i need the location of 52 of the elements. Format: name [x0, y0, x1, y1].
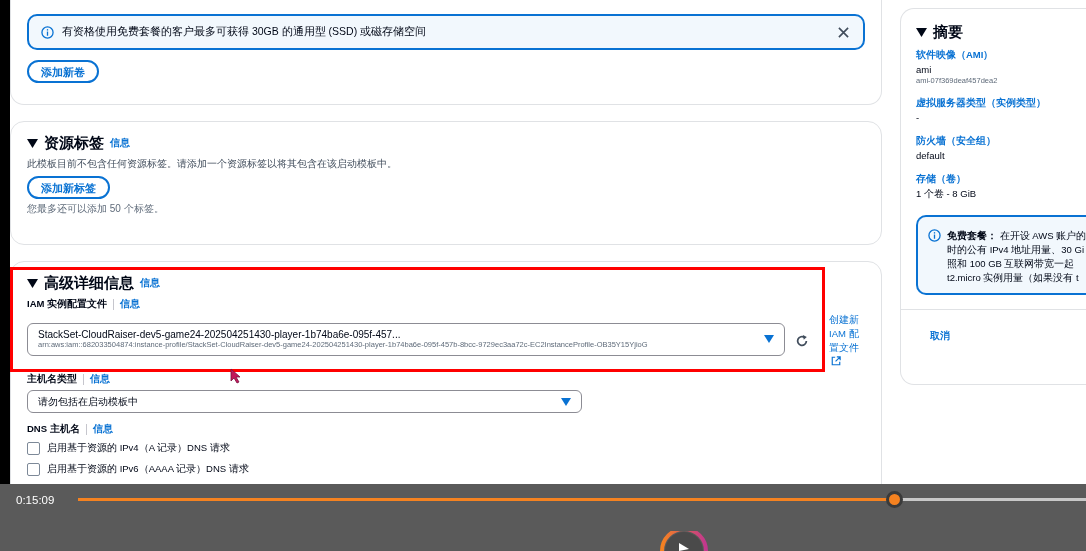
add-tag-button[interactable]: 添加新标签	[27, 176, 110, 199]
info-link[interactable]: 信息	[120, 298, 141, 311]
summary-label-link[interactable]: 防火墙（安全组）	[916, 135, 1086, 148]
summary-value: -	[916, 112, 921, 123]
summary-label-link[interactable]: 虚拟服务器类型（实例类型）	[916, 97, 1086, 110]
checkbox[interactable]	[27, 463, 40, 476]
select-value: 请勿包括在启动模板中	[38, 394, 138, 409]
alert-text-line: 免费套餐： 在开设 AWS 账户的	[947, 229, 1086, 243]
close-icon[interactable]	[838, 26, 849, 38]
section-description: 此模板目前不包含任何资源标签。请添加一个资源标签以将其包含在该启动模板中。	[27, 158, 398, 171]
cursor-icon	[230, 368, 242, 384]
play-button-icon[interactable]	[659, 531, 709, 551]
summary-value: ami	[916, 64, 933, 75]
info-link[interactable]: 信息	[92, 423, 113, 436]
tag-limit-hint: 您最多还可以添加 50 个标签。	[27, 202, 165, 216]
summary-label-link[interactable]: 存储（卷）	[916, 173, 1086, 186]
select-value: StackSet-CloudRaiser-dev5-game24-202504251430-player-1b74ba6e-095f-457...	[38, 329, 402, 340]
select-field[interactable]: 请勿包括在启动模板中	[27, 390, 582, 413]
cancel-link[interactable]: 取消	[930, 330, 1086, 343]
caret-icon[interactable]	[27, 137, 38, 149]
summary-title: 摘要	[933, 22, 963, 42]
dropdown-icon	[561, 397, 571, 406]
caret-icon[interactable]	[916, 26, 927, 38]
info-icon	[41, 25, 54, 39]
select-field[interactable]	[27, 322, 785, 356]
video-progress-thumb[interactable]	[886, 491, 904, 508]
summary-label-link[interactable]: 软件映像（AMI）	[916, 49, 1086, 62]
external-link-icon	[831, 356, 841, 366]
summary-value: default	[916, 150, 946, 161]
checkbox-label: 启用基于资源的 IPv6（AAAA 记录）DNS 请求	[47, 463, 249, 476]
refresh-icon[interactable]	[795, 334, 809, 348]
alert-text-line: t2.micro 实例用量（如果没有 t	[947, 271, 1080, 285]
section-title: 高级详细信息	[44, 273, 134, 293]
alert-text-line: 时的公有 IPv4 地址用量、30 Gi	[947, 243, 1085, 257]
field-label: IAM 实例配置文件	[27, 298, 108, 311]
info-link[interactable]: 信息	[90, 373, 110, 386]
create-profile-link[interactable]: 创建新 IAM 配置文件	[829, 313, 865, 369]
field-label: 主机名类型	[27, 373, 77, 386]
checkbox-label: 启用基于资源的 IPv4（A 记录）DNS 请求	[47, 442, 230, 455]
field-label: DNS 主机名	[27, 423, 80, 436]
dropdown-icon	[764, 335, 774, 343]
alert-text: 有资格使用免费套餐的客户最多可获得 30GB 的通用型 (SSD) 或磁存储空间	[62, 25, 428, 39]
info-link[interactable]: 信息	[140, 276, 160, 290]
video-time: 0:15:09	[16, 494, 55, 506]
summary-value: 1 个卷 - 8 GiB	[916, 188, 978, 201]
section-title: 资源标签	[44, 133, 104, 153]
info-icon	[928, 229, 941, 242]
alert-text-line: 照和 100 GB 互联网带宽一起	[947, 257, 1076, 271]
caret-icon[interactable]	[27, 277, 38, 289]
add-volume-button[interactable]: 添加新卷	[27, 60, 99, 83]
info-link[interactable]: 信息	[110, 136, 130, 150]
checkbox[interactable]	[27, 442, 40, 455]
